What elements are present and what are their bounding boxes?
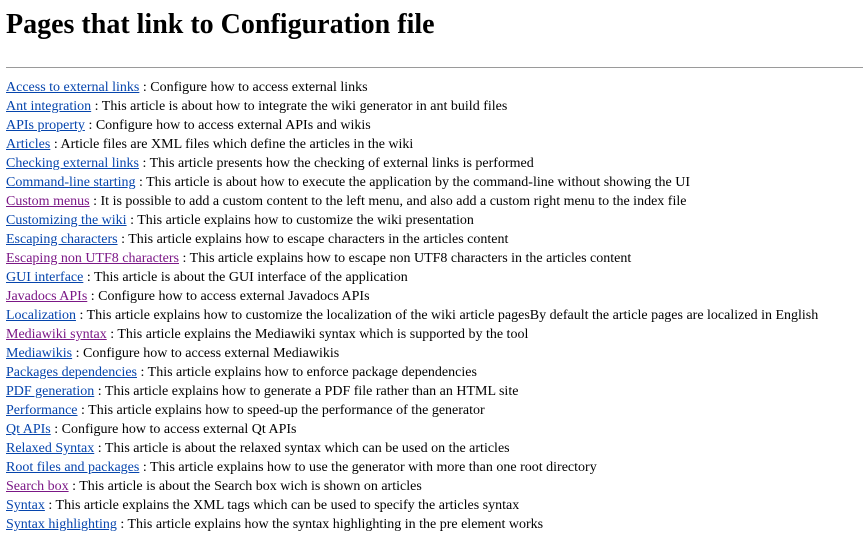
- article-description: Configure how to access external links: [150, 80, 368, 95]
- separator: :: [50, 422, 62, 437]
- article-link[interactable]: Search box: [6, 479, 69, 494]
- article-description: This article explains how to enforce pac…: [147, 365, 477, 380]
- list-item: Checking external links : This article p…: [6, 154, 863, 173]
- article-description: This article is about the Search box wic…: [79, 479, 422, 494]
- article-link[interactable]: PDF generation: [6, 384, 94, 399]
- list-item: Customizing the wiki : This article expl…: [6, 211, 863, 230]
- article-link[interactable]: Checking external links: [6, 156, 139, 171]
- list-item: GUI interface : This article is about th…: [6, 268, 863, 287]
- article-description: This article explains the XML tags which…: [55, 498, 520, 513]
- separator: :: [106, 327, 118, 342]
- list-item: Syntax : This article explains the XML t…: [6, 496, 863, 515]
- article-link[interactable]: Customizing the wiki: [6, 213, 127, 228]
- article-link[interactable]: Javadocs APIs: [6, 289, 87, 304]
- list-item: Command-line starting : This article is …: [6, 173, 863, 192]
- separator: :: [44, 498, 56, 513]
- article-description: This article presents how the checking o…: [149, 156, 534, 171]
- title-divider: [6, 67, 863, 68]
- separator: :: [75, 308, 87, 323]
- article-link[interactable]: Articles: [6, 137, 50, 152]
- article-link[interactable]: Ant integration: [6, 99, 91, 114]
- list-item: Search box : This article is about the S…: [6, 477, 863, 496]
- article-description: This article is about how to integrate t…: [101, 99, 508, 114]
- separator: :: [83, 270, 94, 285]
- list-item: APIs property : Configure how to access …: [6, 116, 863, 135]
- list-item: Mediawikis : Configure how to access ext…: [6, 344, 863, 363]
- article-description: This article explains how to customize t…: [137, 213, 474, 228]
- separator: :: [139, 80, 151, 95]
- separator: :: [72, 346, 83, 361]
- separator: :: [84, 118, 96, 133]
- list-item: Relaxed Syntax : This article is about t…: [6, 439, 863, 458]
- list-item: PDF generation : This article explains h…: [6, 382, 863, 401]
- list-item: Syntax highlighting : This article expla…: [6, 515, 863, 534]
- article-link[interactable]: Localization: [6, 308, 76, 323]
- separator: :: [94, 441, 105, 456]
- list-item: Custom menus : It is possible to add a c…: [6, 192, 863, 211]
- article-link[interactable]: Command-line starting: [6, 175, 135, 190]
- article-link[interactable]: GUI interface: [6, 270, 83, 285]
- separator: :: [50, 137, 61, 152]
- article-description: This article explains how to use the gen…: [150, 460, 597, 475]
- separator: :: [179, 251, 190, 266]
- list-item: Packages dependencies : This article exp…: [6, 363, 863, 382]
- article-description: This article explains how to customize t…: [86, 308, 819, 323]
- article-link[interactable]: Escaping characters: [6, 232, 118, 247]
- backlinks-list: Access to external links : Configure how…: [6, 78, 863, 534]
- article-link[interactable]: Mediawikis: [6, 346, 72, 361]
- separator: :: [139, 460, 150, 475]
- list-item: Mediawiki syntax : This article explains…: [6, 325, 863, 344]
- article-link[interactable]: Packages dependencies: [6, 365, 137, 380]
- list-item: Localization : This article explains how…: [6, 306, 863, 325]
- article-link[interactable]: Root files and packages: [6, 460, 139, 475]
- separator: :: [138, 156, 150, 171]
- article-description: Article files are XML files which define…: [60, 137, 414, 152]
- separator: :: [126, 213, 138, 228]
- separator: :: [135, 175, 147, 190]
- page-title: Pages that link to Configuration file: [6, 9, 435, 40]
- list-item: Root files and packages : This article e…: [6, 458, 863, 477]
- article-description: It is possible to add a custom content t…: [100, 194, 687, 209]
- separator: :: [91, 99, 102, 114]
- article-link[interactable]: Syntax highlighting: [6, 517, 117, 532]
- list-item: Escaping characters : This article expla…: [6, 230, 863, 249]
- article-description: Configure how to access external Mediawi…: [83, 346, 340, 361]
- article-link[interactable]: Performance: [6, 403, 78, 418]
- article-link[interactable]: Qt APIs: [6, 422, 51, 437]
- list-item: Access to external links : Configure how…: [6, 78, 863, 97]
- article-description: Configure how to access external APIs an…: [95, 118, 371, 133]
- article-link[interactable]: Escaping non UTF8 characters: [6, 251, 179, 266]
- separator: :: [77, 403, 89, 418]
- list-item: Ant integration : This article is about …: [6, 97, 863, 116]
- article-link[interactable]: Access to external links: [6, 80, 139, 95]
- article-description: Configure how to access external Qt APIs: [61, 422, 297, 437]
- article-description: This article is about the GUI interface …: [93, 270, 408, 285]
- list-item: Performance : This article explains how …: [6, 401, 863, 420]
- article-description: This article explains how to escape non …: [189, 251, 632, 266]
- separator: :: [117, 232, 129, 247]
- article-description: This article explains how to generate a …: [104, 384, 519, 399]
- article-link[interactable]: APIs property: [6, 118, 85, 133]
- article-link[interactable]: Mediawiki syntax: [6, 327, 107, 342]
- separator: :: [94, 384, 105, 399]
- list-item: Articles : Article files are XML files w…: [6, 135, 863, 154]
- article-description: This article explains how the syntax hig…: [127, 517, 544, 532]
- separator: :: [137, 365, 148, 380]
- list-item: Qt APIs : Configure how to access extern…: [6, 420, 863, 439]
- article-link[interactable]: Syntax: [6, 498, 45, 513]
- article-description: This article explains how to speed-up th…: [88, 403, 485, 418]
- article-description: This article is about how to execute the…: [146, 175, 691, 190]
- article-description: This article is about the relaxed syntax…: [104, 441, 510, 456]
- article-description: This article explains how to escape char…: [128, 232, 509, 247]
- separator: :: [68, 479, 80, 494]
- article-link[interactable]: Custom menus: [6, 194, 90, 209]
- separator: :: [87, 289, 99, 304]
- article-description: Configure how to access external Javadoc…: [98, 289, 370, 304]
- separator: :: [116, 517, 128, 532]
- list-item: Javadocs APIs : Configure how to access …: [6, 287, 863, 306]
- article-description: This article explains the Mediawiki synt…: [117, 327, 529, 342]
- article-link[interactable]: Relaxed Syntax: [6, 441, 94, 456]
- separator: :: [89, 194, 101, 209]
- list-item: Escaping non UTF8 characters : This arti…: [6, 249, 863, 268]
